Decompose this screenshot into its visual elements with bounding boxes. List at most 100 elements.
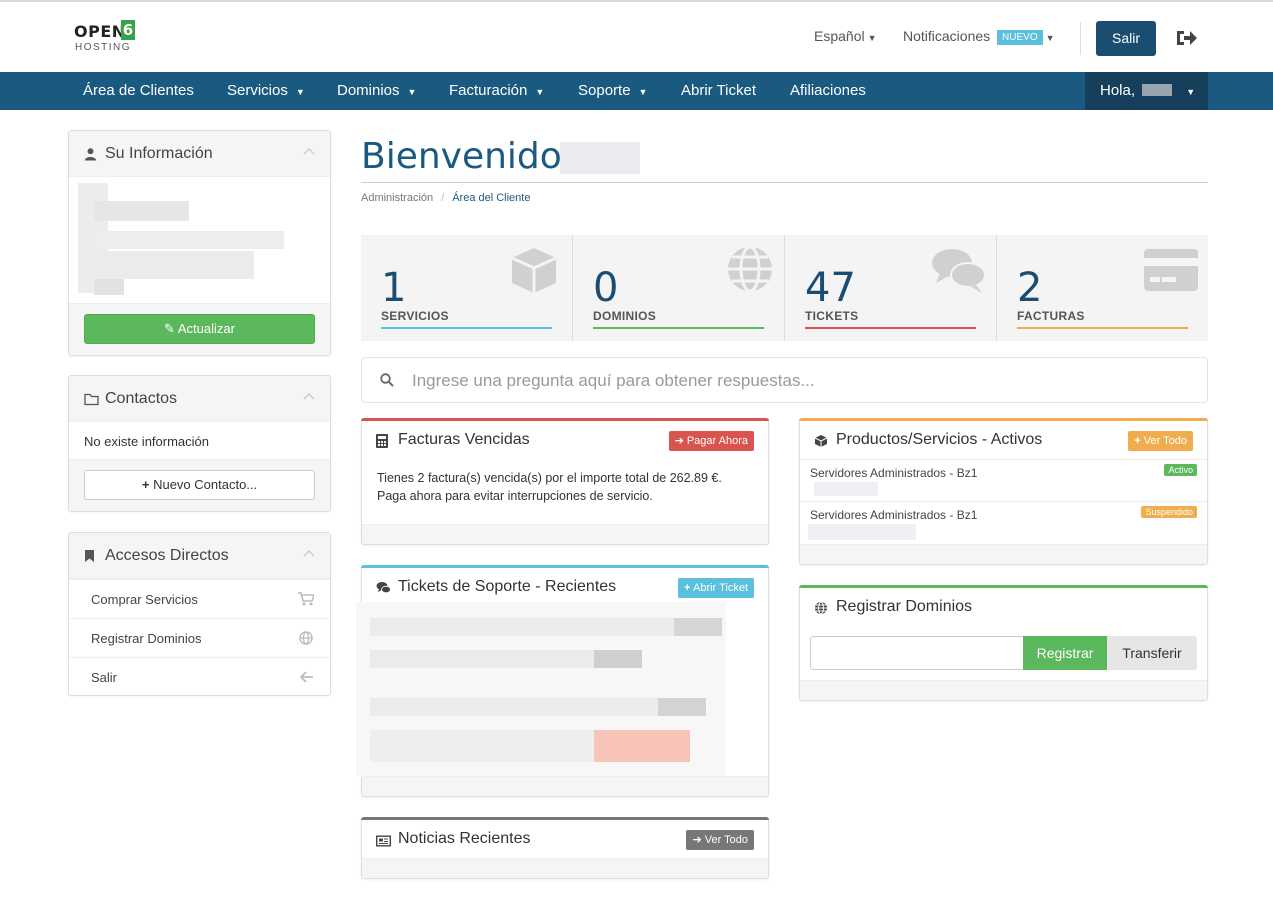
info-panel: Su Información ✎ Actualizar xyxy=(68,130,331,356)
nav-open-ticket[interactable]: Abrir Ticket xyxy=(681,72,756,110)
shortcuts-panel-header[interactable]: Accesos Directos xyxy=(69,533,330,579)
kb-search[interactable]: Ingrese una pregunta aquí para obtener r… xyxy=(361,357,1208,403)
open-ticket-button[interactable]: + Abrir Ticket xyxy=(678,578,754,598)
shortcut-label: Comprar Servicios xyxy=(91,592,198,607)
news-title: Noticias Recientes xyxy=(398,830,531,847)
shortcuts-panel: Accesos Directos Comprar Servicios Regis… xyxy=(68,532,331,696)
new-contact-label: Nuevo Contacto... xyxy=(153,477,258,492)
notifications-menu[interactable]: Notificaciones NUEVO ▼ xyxy=(903,28,1055,45)
stats-bar: 1 SERVICIOS 0 DOMINIOS 47 TICKETS 2 FACT… xyxy=(361,235,1208,341)
chevron-up-icon[interactable] xyxy=(303,549,315,557)
stat-label: SERVICIOS xyxy=(381,309,449,323)
brand-logo[interactable]: OPEN 6 HOSTING xyxy=(74,18,144,58)
domains-title: Registrar Dominios xyxy=(836,598,973,615)
stat-domains[interactable]: 0 DOMINIOS xyxy=(573,235,784,341)
nav-affiliates[interactable]: Afiliaciones xyxy=(790,72,866,110)
user-icon xyxy=(84,148,97,161)
stat-label: DOMINIOS xyxy=(593,309,657,323)
plus-icon: + xyxy=(141,477,150,492)
pencil-icon: ✎ xyxy=(164,321,175,336)
register-domain-button[interactable]: Registrar xyxy=(1023,636,1107,670)
account-menu[interactable]: Hola, ▼ xyxy=(1085,72,1208,110)
chevron-down-icon: ▼ xyxy=(638,87,648,97)
language-label: Español xyxy=(814,28,865,44)
search-icon xyxy=(380,373,394,387)
breadcrumb-home[interactable]: Administración xyxy=(361,192,433,204)
nav-client-area[interactable]: Área de Clientes xyxy=(83,72,194,110)
shortcut-buy-services[interactable]: Comprar Servicios xyxy=(69,579,330,618)
globe-icon xyxy=(728,245,772,293)
search-input[interactable]: Ingrese una pregunta aquí para obtener r… xyxy=(412,371,815,391)
card-footer xyxy=(800,544,1207,564)
chevron-up-icon[interactable] xyxy=(303,392,315,400)
chevron-down-icon: ▼ xyxy=(1045,33,1055,43)
open-ticket-label: Abrir Ticket xyxy=(692,582,748,594)
logout-button[interactable]: Salir xyxy=(1096,21,1156,56)
product-name: Servidores Administrados - Bz1 xyxy=(810,466,978,480)
overdue-message: Tienes 2 factura(s) vencida(s) por el im… xyxy=(377,469,722,505)
view-all-label: Ver Todo xyxy=(704,834,748,846)
chevron-down-icon: ▼ xyxy=(867,33,877,43)
nav-label: Facturación xyxy=(449,82,528,99)
chevron-down-icon: ▼ xyxy=(407,87,417,97)
shortcut-register-domains[interactable]: Registrar Dominios xyxy=(69,618,330,657)
pay-now-button[interactable]: ➔ Pagar Ahora xyxy=(668,431,754,451)
redacted-domain xyxy=(808,524,916,540)
update-button-label: Actualizar xyxy=(177,321,235,336)
nav-billing[interactable]: Facturación ▼ xyxy=(449,72,544,110)
products-title: Productos/Servicios - Activos xyxy=(836,431,1043,448)
nav-label: Servicios xyxy=(227,82,288,99)
transfer-domain-button[interactable]: Transferir xyxy=(1107,636,1197,670)
stat-label: FACTURAS xyxy=(1017,309,1085,323)
stat-tickets[interactable]: 47 TICKETS xyxy=(785,235,996,341)
view-all-products-button[interactable]: + Ver Todo xyxy=(1128,431,1193,451)
sign-out-icon[interactable] xyxy=(1174,26,1198,50)
main-navbar: Área de Clientes Servicios ▼ Dominios ▼ Fa… xyxy=(0,72,1273,110)
stat-invoices[interactable]: 2 FACTURAS xyxy=(997,235,1208,341)
stat-underline xyxy=(1017,327,1188,329)
nav-label: Soporte xyxy=(578,82,631,99)
product-row[interactable]: Servidores Administrados - Bz1 Suspendid… xyxy=(800,501,1207,543)
new-contact-button[interactable]: + Nuevo Contacto... xyxy=(84,470,315,500)
arrow-right-icon: ➔ xyxy=(674,435,684,447)
view-all-news-button[interactable]: ➔ Ver Todo xyxy=(686,830,754,850)
nav-services[interactable]: Servicios ▼ xyxy=(227,72,305,110)
update-button[interactable]: ✎ Actualizar xyxy=(84,314,315,344)
info-panel-footer: ✎ Actualizar xyxy=(69,303,330,355)
contacts-panel-title: Contactos xyxy=(105,390,178,407)
stat-value: 2 xyxy=(1017,265,1043,311)
chevron-down-icon: ▼ xyxy=(1186,87,1196,97)
card-footer xyxy=(362,858,768,878)
comments-icon xyxy=(376,582,391,594)
logo-subtitle: HOSTING xyxy=(75,42,132,53)
breadcrumb-current: Área del Cliente xyxy=(452,192,531,204)
comments-icon xyxy=(932,249,986,293)
logo-word: OPEN xyxy=(74,22,126,41)
nav-label: Dominios xyxy=(337,82,400,99)
active-products-card: Productos/Servicios - Activos + Ver Todo… xyxy=(799,418,1208,565)
card-footer xyxy=(362,776,768,796)
logo-number: 6 xyxy=(121,20,135,40)
pay-now-label: Pagar Ahora xyxy=(686,435,748,447)
chevron-up-icon[interactable] xyxy=(303,147,315,155)
nav-support[interactable]: Soporte ▼ xyxy=(578,72,647,110)
chevron-down-icon: ▼ xyxy=(295,87,305,97)
card-footer xyxy=(800,680,1207,700)
heading-divider xyxy=(361,182,1208,183)
info-panel-header[interactable]: Su Información xyxy=(69,131,330,177)
overdue-invoices-card: Facturas Vencidas ➔ Pagar Ahora Tienes 2… xyxy=(361,418,769,545)
contacts-panel-header[interactable]: Contactos xyxy=(69,376,330,422)
folder-icon xyxy=(84,393,99,406)
shortcut-logout[interactable]: Salir xyxy=(69,657,330,696)
cube-icon xyxy=(814,435,828,447)
product-row[interactable]: Servidores Administrados - Bz1 Activo xyxy=(800,459,1207,501)
stat-services[interactable]: 1 SERVICIOS xyxy=(361,235,572,341)
redacted-domain xyxy=(814,482,878,496)
domain-search-input[interactable] xyxy=(810,636,1024,670)
bookmark-icon xyxy=(85,550,94,562)
language-selector[interactable]: Español ▼ xyxy=(814,28,877,44)
header-divider xyxy=(1080,22,1081,55)
status-badge: Suspendido xyxy=(1141,506,1197,518)
nav-domains[interactable]: Dominios ▼ xyxy=(337,72,416,110)
chevron-down-icon: ▼ xyxy=(535,87,545,97)
